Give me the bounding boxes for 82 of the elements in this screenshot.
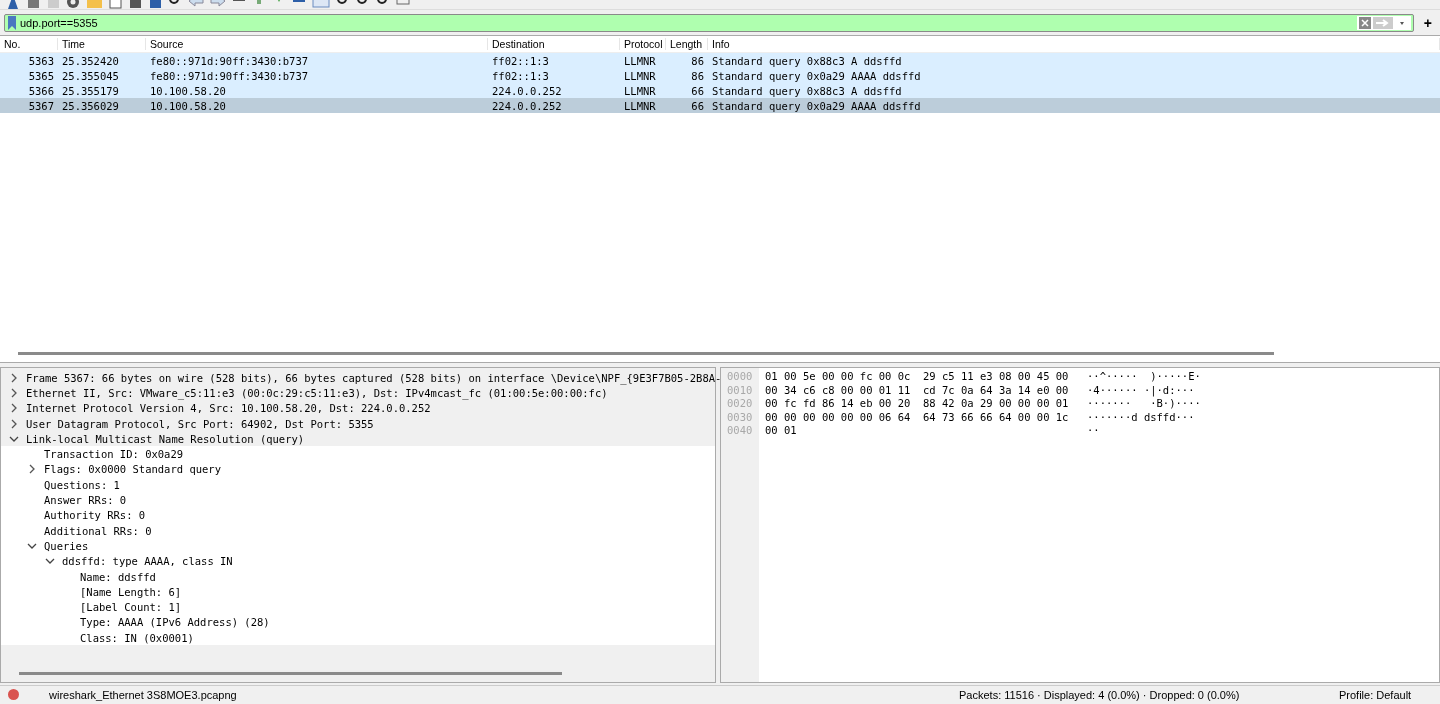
- table-cell-text: 224.0.0.252: [491, 84, 563, 97]
- bookmark-icon[interactable]: [7, 15, 17, 30]
- ascii-bytes: ··^····· )·····E·: [1087, 370, 1201, 384]
- byte-offset: 0040: [726, 424, 754, 438]
- ascii-bytes: ·······d dsffd···: [1087, 410, 1195, 425]
- hex-bytes: 00 00 00 00 00 00 06 64 64 73 66 66 64 00 00 1c: [765, 410, 1070, 425]
- table-cell-text: 25.355179: [61, 84, 120, 97]
- column-header[interactable]: Destination: [488, 38, 620, 50]
- ascii-bytes: ·4······ ·|·d:···: [1087, 383, 1195, 398]
- add-filter-button[interactable]: +: [1419, 15, 1436, 30]
- packet-row[interactable]: 5365 25.355045 fe80::971d:90ff:3430:b737 ff02::1:3 LLMNR 86 Standard query 0x0a29 AAAA ddsffd: [0, 68, 1440, 83]
- column-header[interactable]: Time: [58, 38, 146, 50]
- tree-item[interactable]: User Datagram Protocol, Src Port: 64902, Dst Port: 5355: [26, 417, 374, 430]
- clear-icon[interactable]: [1358, 16, 1371, 29]
- tree-item[interactable]: Queries: [44, 539, 89, 552]
- table-cell-text: 5367: [27, 99, 55, 112]
- packet-row[interactable]: 5363 25.352420 fe80::971d:90ff:3430:b737 ff02::1:3 LLMNR 86 Standard query 0x88c3 A ddsffd: [0, 53, 1440, 68]
- byte-offset: 0030: [726, 410, 754, 425]
- table-cell-text: LLMNR: [623, 99, 657, 112]
- column-header[interactable]: No.: [0, 38, 58, 50]
- scrollbar[interactable]: [18, 351, 1274, 355]
- table-cell-text: Standard query 0x0a29 AAAA ddsffd: [711, 99, 922, 112]
- column-header[interactable]: Source: [146, 38, 488, 50]
- capture-file-name: wireshark_Ethernet 3S8MOE3.pcapng: [49, 687, 238, 702]
- hex-bytes: 00 01: [765, 424, 798, 438]
- tree-item[interactable]: Questions: 1: [44, 478, 120, 491]
- ascii-bytes: ··: [1087, 424, 1100, 438]
- table-cell-text: 25.352420: [61, 54, 120, 67]
- tree-item[interactable]: Internet Protocol Version 4, Src: 10.100.58.20, Dst: 224.0.0.252: [26, 402, 431, 415]
- hex-bytes: 00 fc fd 86 14 eb 00 20 88 42 0a 29 00 00 00 01: [765, 397, 1070, 411]
- tree-item[interactable]: Flags: 0x0000 Standard query: [44, 463, 221, 476]
- table-cell-text: 25.355045: [61, 69, 120, 82]
- ascii-bytes: ······· ·B·)····: [1087, 397, 1201, 411]
- table-cell-text: Standard query 0x88c3 A ddsffd: [711, 54, 903, 67]
- table-cell-text: 5366: [27, 84, 55, 97]
- packet-row[interactable]: 5366 25.355179 10.100.58.20 224.0.0.252 LLMNR 66 Standard query 0x88c3 A ddsffd: [0, 83, 1440, 98]
- tree-item[interactable]: Authority RRs: 0: [44, 509, 146, 522]
- table-cell-text: 66: [690, 99, 705, 112]
- byte-offset: 0020: [726, 397, 754, 411]
- record-status-icon[interactable]: [8, 689, 19, 700]
- tree-item[interactable]: Additional RRs: 0: [44, 524, 152, 537]
- column-header[interactable]: Info: [708, 38, 1440, 50]
- byte-offset: 0000: [726, 370, 754, 384]
- packet-counts: Packets: 11516 · Displayed: 4 (0.0%) · Dropped: 0 (0.0%): [959, 687, 1241, 702]
- tree-item[interactable]: Answer RRs: 0: [44, 494, 127, 506]
- table-cell-text: LLMNR: [623, 84, 657, 97]
- tree-item[interactable]: Ethernet II, Src: VMware_c5:11:e3 (00:0c:29:c5:11:e3), Dst: IPv4mcast_fc (01:00:5e:00:00:fc): [26, 386, 608, 399]
- table-cell-text: 5365: [27, 69, 55, 82]
- table-cell-text: Standard query 0x0a29 AAAA ddsffd: [711, 69, 922, 82]
- tree-item[interactable]: ddsffd: type AAAA, class IN: [62, 555, 233, 568]
- table-cell-text: 10.100.58.20: [149, 99, 227, 112]
- table-cell-text: 66: [690, 84, 705, 97]
- hex-bytes: 00 34 c6 c8 00 00 01 11 cd 7c 0a 64 3a 14 e0 00: [765, 383, 1070, 398]
- table-cell-text: LLMNR: [623, 54, 657, 67]
- table-cell-text: 224.0.0.252: [491, 99, 563, 112]
- tree-item[interactable]: Class: IN (0x0001): [80, 631, 194, 644]
- packet-row[interactable]: 5367 25.356029 10.100.58.20 224.0.0.252 LLMNR 66 Standard query 0x0a29 AAAA ddsffd: [0, 98, 1440, 113]
- table-cell-text: Standard query 0x88c3 A ddsffd: [711, 84, 903, 97]
- display-filter-field[interactable]: udp.port==5355: [20, 15, 1354, 30]
- table-cell-text: 86: [690, 69, 705, 82]
- table-cell-text: 5363: [27, 54, 55, 67]
- byte-offset: 0010: [726, 383, 754, 398]
- scrollbar[interactable]: [19, 671, 562, 675]
- table-cell-text: 86: [690, 54, 705, 67]
- table-cell-text: ff02::1:3: [491, 54, 550, 67]
- column-header[interactable]: Protocol: [620, 38, 666, 50]
- tree-item[interactable]: [Name Length: 6]: [80, 585, 182, 598]
- tree-item[interactable]: Frame 5367: 66 bytes on wire (528 bits), 66 bytes captured (528 bits) on interface \Device\NPF_{9E3F7B05-2B8A-: [26, 371, 722, 384]
- profile-label[interactable]: Profile: Default: [1339, 687, 1412, 702]
- table-cell-text: fe80::971d:90ff:3430:b737: [149, 69, 310, 82]
- table-cell-text: 10.100.58.20: [149, 84, 227, 97]
- filter-bar[interactable]: udp.port==5355: [4, 13, 1414, 32]
- table-cell-text: ff02::1:3: [491, 69, 550, 82]
- table-cell-text: 25.356029: [61, 99, 120, 112]
- table-cell-text: LLMNR: [623, 69, 657, 82]
- tree-item[interactable]: Name: ddsffd: [80, 570, 156, 583]
- tree-item[interactable]: [Label Count: 1]: [80, 601, 182, 614]
- tree-item[interactable]: Transaction ID: 0x0a29: [44, 448, 184, 461]
- table-cell-text: fe80::971d:90ff:3430:b737: [149, 54, 310, 67]
- hex-bytes: 01 00 5e 00 00 fc 00 0c 29 c5 11 e3 08 00 45 00: [765, 370, 1070, 384]
- tree-item[interactable]: Link-local Multicast Name Resolution (query): [26, 432, 305, 445]
- column-header[interactable]: Length: [666, 38, 708, 50]
